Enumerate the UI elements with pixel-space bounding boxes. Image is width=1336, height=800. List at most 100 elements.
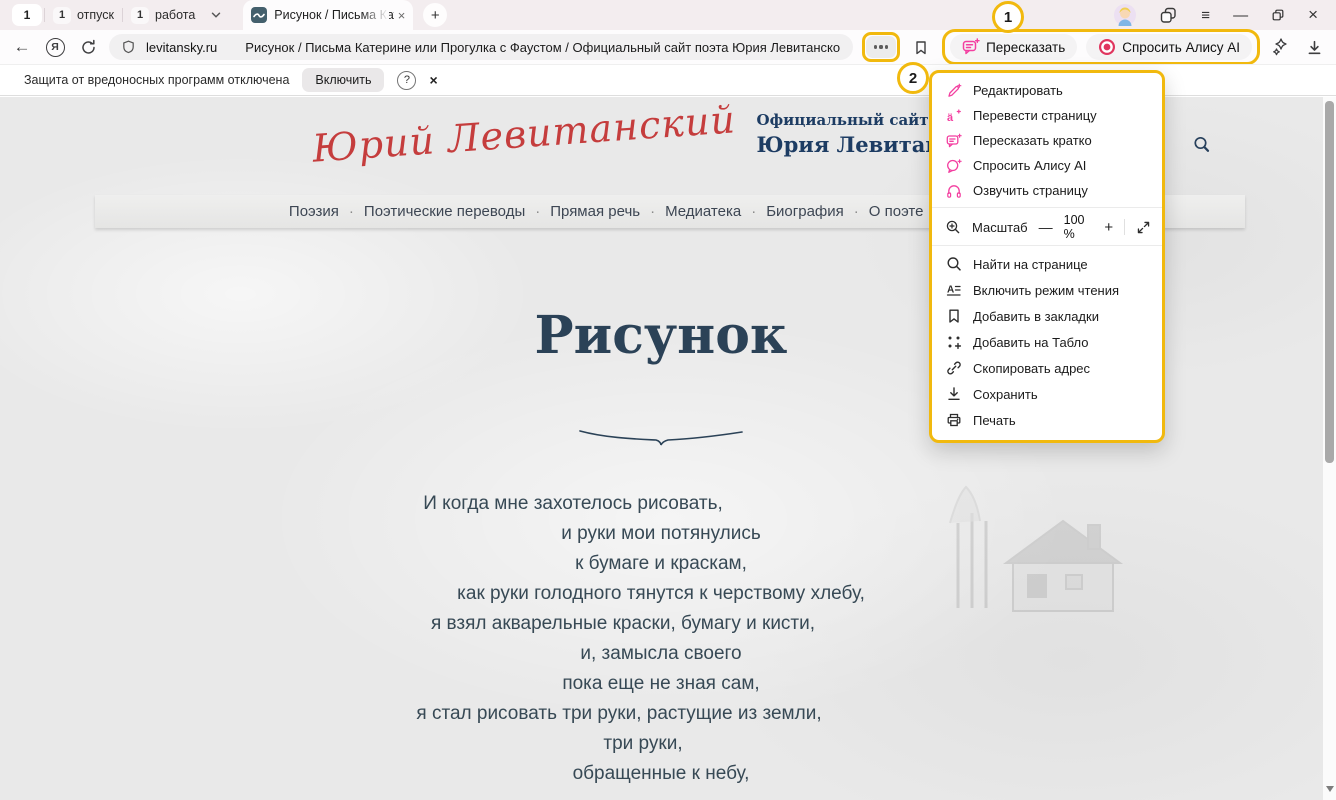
menu-item-label: Найти на странице	[973, 257, 1088, 272]
address-bar[interactable]: levitansky.ru Рисунок / Письма Катерине …	[109, 34, 853, 60]
downloads-icon[interactable]	[1302, 35, 1326, 59]
more-actions-button[interactable]	[866, 36, 896, 58]
tablo-grid-plus-icon	[945, 334, 962, 350]
zoom-magnifier-plus-icon	[945, 219, 961, 235]
menu-item-copy-address[interactable]: Скопировать адрес	[932, 355, 1162, 381]
poem-line: и, замысла своего	[0, 639, 1322, 669]
tab-group-count: 1	[131, 7, 149, 24]
poem-line: как руки голодного тянутся к черствому х…	[0, 579, 1322, 609]
fullscreen-icon[interactable]	[1136, 220, 1151, 235]
warning-text: Защита от вредоносных программ отключена	[24, 73, 289, 87]
address-domain: levitansky.ru	[146, 40, 217, 55]
annotation-step-2: 2	[897, 62, 929, 94]
menu-item-translate[interactable]: ä Перевести страницу	[932, 103, 1162, 128]
tab-close-icon[interactable]: ×	[398, 8, 406, 23]
menu-item-read-aloud[interactable]: Озвучить страницу	[932, 178, 1162, 203]
window-minimize-button[interactable]: —	[1233, 7, 1248, 24]
nav-separator: ·	[650, 203, 655, 220]
menu-item-label: Озвучить страницу	[973, 183, 1088, 198]
summarize-chat-sparkle-icon	[962, 38, 980, 56]
browser-menu-icon[interactable]: ≡	[1201, 7, 1210, 24]
zoom-divider	[1124, 219, 1125, 235]
bookmark-icon	[945, 308, 962, 324]
headphones-icon	[945, 183, 962, 199]
tab-groups-chevron-down-icon[interactable]	[209, 8, 223, 22]
highlight-box-ai-buttons: Пересказать Спросить Алису AI	[942, 29, 1260, 65]
poem-line: к бумаге и краскам,	[0, 549, 1322, 579]
scrollbar-down-arrow[interactable]	[1326, 786, 1334, 792]
warning-close-icon[interactable]: ×	[429, 72, 437, 88]
menu-item-reader-mode[interactable]: A Включить режим чтения	[932, 277, 1162, 303]
nav-separator: ·	[751, 203, 756, 220]
nav-link-perevody[interactable]: Поэтические переводы	[364, 203, 525, 220]
menu-item-label: Добавить в закладки	[973, 309, 1099, 324]
tab-group-label: отпуск	[77, 8, 114, 22]
poem-line: я взял акварельные краски, бумагу и кист…	[0, 609, 1284, 639]
reader-mode-icon: A	[945, 282, 962, 298]
search-icon	[945, 256, 962, 272]
menu-separator	[932, 207, 1162, 208]
nav-link-biografiya[interactable]: Биография	[766, 203, 844, 220]
window-close-button[interactable]: ×	[1308, 5, 1318, 25]
ask-alice-label: Спросить Алису AI	[1122, 40, 1240, 55]
nav-link-pryamaya-rech[interactable]: Прямая речь	[550, 203, 640, 220]
yandex-home-button[interactable]: Я	[43, 35, 67, 59]
profile-avatar[interactable]	[1114, 4, 1136, 26]
highlight-box-more-menu	[862, 32, 900, 62]
zoom-label: Масштаб	[972, 220, 1028, 235]
back-button[interactable]: ←	[10, 35, 34, 59]
browser-window: 1 1 отпуск 1 работа Рисунок / Письма Кат…	[0, 0, 1336, 800]
help-icon[interactable]: ?	[397, 71, 416, 90]
menu-item-label: Редактировать	[973, 83, 1063, 98]
page-scrollbar[interactable]	[1323, 97, 1336, 800]
active-tab[interactable]: Рисунок / Письма Кате ×	[243, 0, 413, 30]
zoom-out-button[interactable]: —	[1039, 219, 1053, 235]
scrollbar-thumb[interactable]	[1325, 101, 1334, 463]
menu-item-add-bookmark[interactable]: Добавить в закладки	[932, 303, 1162, 329]
menu-item-label: Пересказать кратко	[973, 133, 1092, 148]
link-icon	[945, 360, 962, 376]
ask-alice-sparkle-icon	[945, 158, 962, 174]
browser-actions-menu: Редактировать ä Перевести страницу Перес…	[929, 70, 1165, 443]
alice-logo-icon	[1098, 38, 1116, 56]
menu-item-ask-alice[interactable]: Спросить Алису AI	[932, 153, 1162, 178]
menu-item-summarize-briefly[interactable]: Пересказать кратко	[932, 128, 1162, 153]
menu-item-find-on-page[interactable]: Найти на странице	[932, 251, 1162, 277]
tab-group-rabota[interactable]: 1 работа	[123, 4, 203, 26]
decorative-flourish	[576, 423, 746, 449]
extensions-icon[interactable]	[1269, 35, 1293, 59]
nav-link-o-poete[interactable]: О поэте	[869, 203, 924, 220]
reload-button[interactable]	[76, 35, 100, 59]
nav-link-poeziya[interactable]: Поэзия	[289, 203, 339, 220]
poem-text: И когда мне захотелось рисовать, и руки …	[0, 489, 1322, 789]
enable-protection-button[interactable]: Включить	[302, 68, 384, 92]
menu-item-label: Сохранить	[973, 387, 1038, 402]
bookmark-flag-icon[interactable]	[909, 35, 933, 59]
summarize-chat-sparkle-icon	[945, 133, 962, 149]
summarize-button[interactable]: Пересказать	[950, 34, 1077, 60]
menu-item-print[interactable]: Печать	[932, 407, 1162, 433]
zoom-in-button[interactable]: +	[1104, 219, 1113, 236]
tab-group-count: 1	[53, 7, 71, 24]
menu-item-add-to-tablo[interactable]: Добавить на Табло	[932, 329, 1162, 355]
menu-item-label: Скопировать адрес	[973, 361, 1090, 376]
svg-text:ä: ä	[947, 112, 954, 124]
printer-icon	[945, 412, 962, 428]
site-security-shield-icon[interactable]	[121, 39, 136, 55]
ask-alice-button[interactable]: Спросить Алису AI	[1086, 34, 1252, 60]
menu-item-edit[interactable]: Редактировать	[932, 78, 1162, 103]
tab-group-otpusk[interactable]: 1 отпуск	[45, 4, 122, 26]
nav-link-mediateka[interactable]: Медиатека	[665, 203, 741, 220]
new-tab-button[interactable]: +	[423, 3, 447, 27]
site-search-icon[interactable]	[1192, 135, 1212, 155]
menu-item-label: Перевести страницу	[973, 108, 1097, 123]
window-restore-button[interactable]	[1271, 8, 1285, 22]
collections-panel-icon[interactable]	[1159, 6, 1178, 25]
nav-separator: ·	[535, 203, 540, 220]
window-controls: ≡ — ×	[1114, 4, 1326, 26]
download-icon	[945, 386, 962, 402]
site-logo-signature[interactable]: Юрий Левитанский	[311, 97, 737, 170]
tab-group-collapsed[interactable]: 1	[12, 4, 42, 26]
menu-item-save[interactable]: Сохранить	[932, 381, 1162, 407]
menu-zoom-row: Масштаб — 100 % +	[932, 213, 1162, 241]
